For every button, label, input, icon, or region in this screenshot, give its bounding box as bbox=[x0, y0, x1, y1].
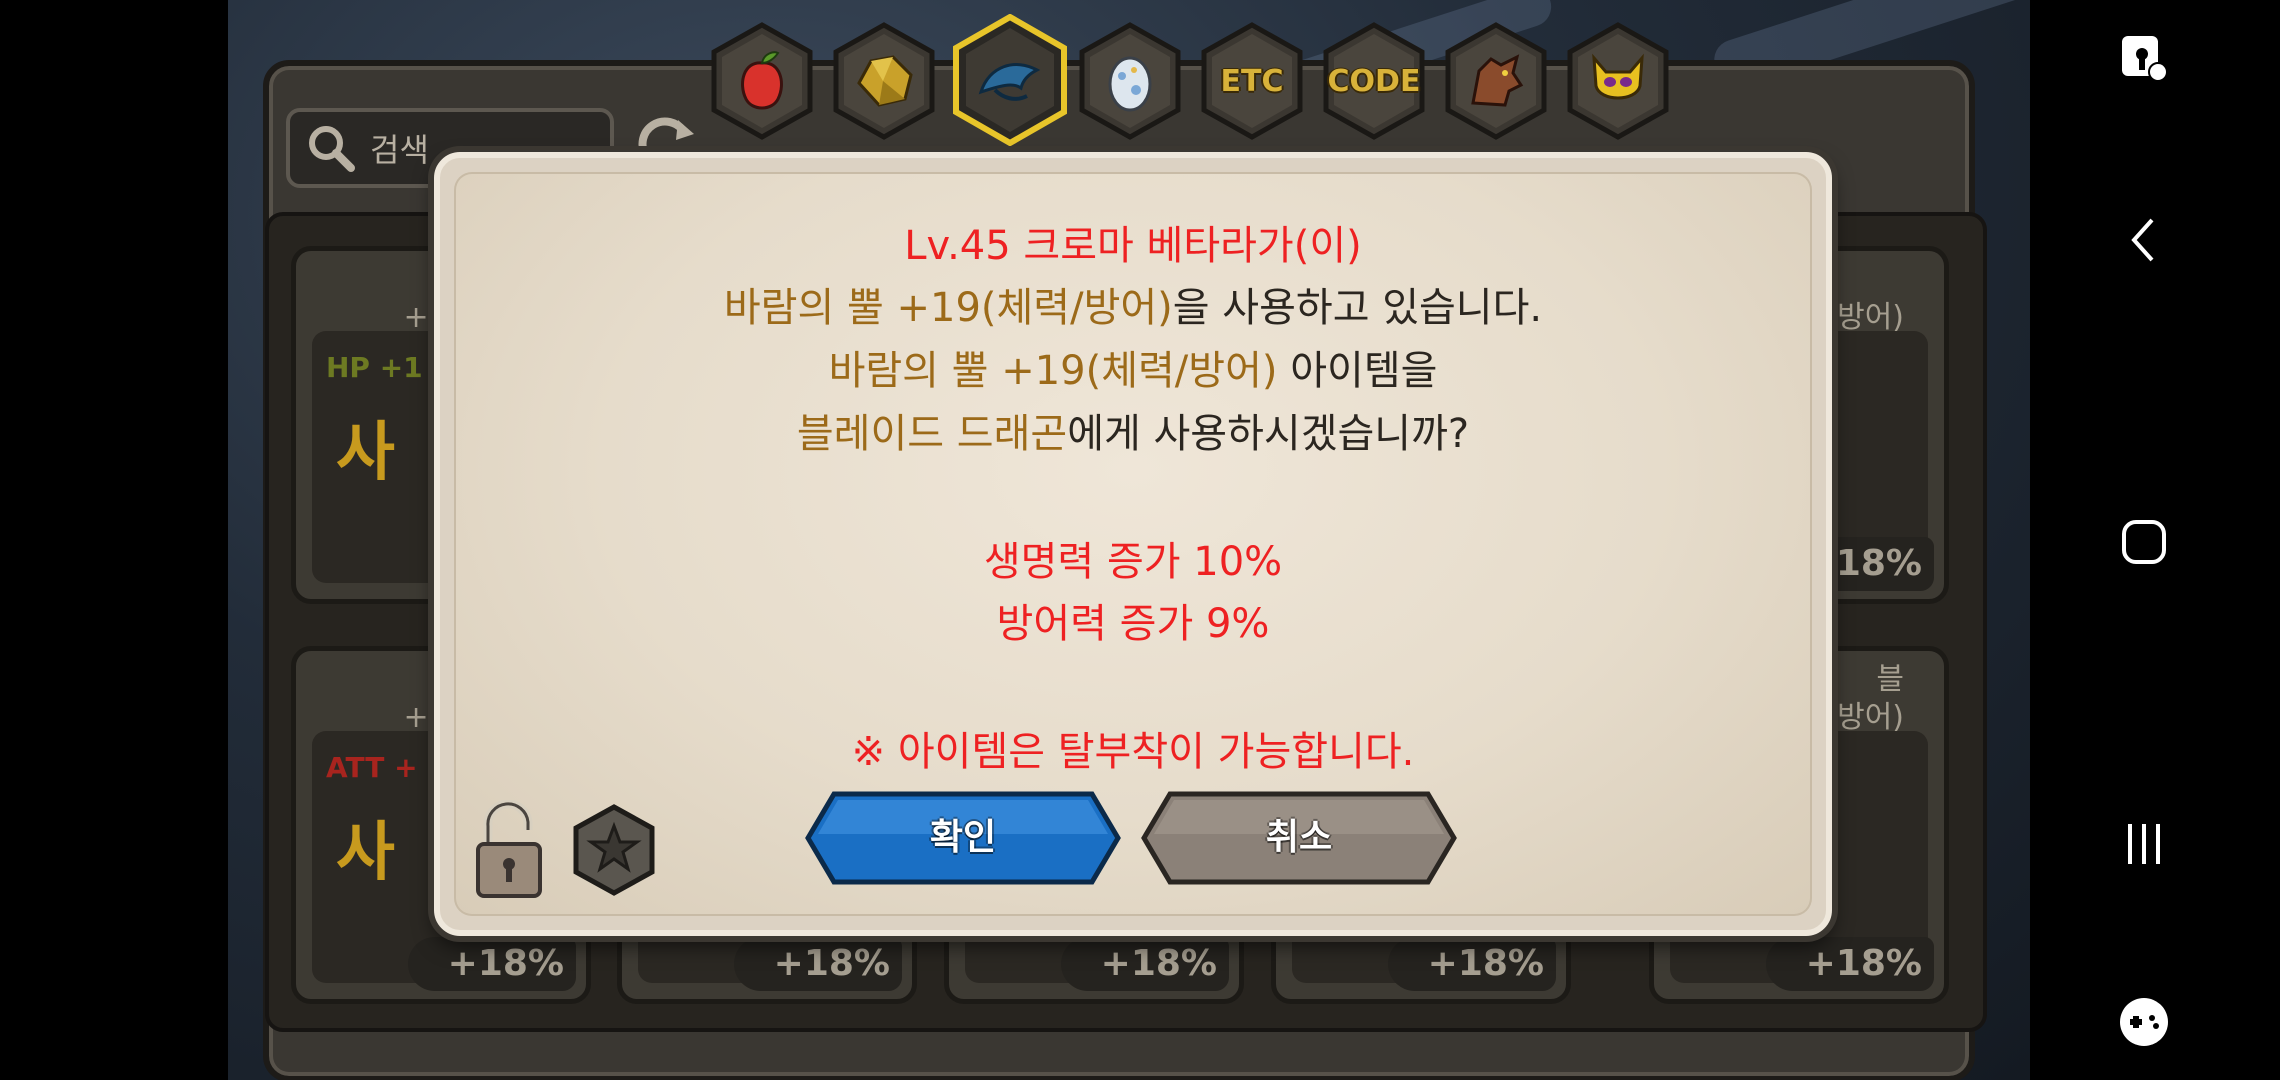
dialog-line-item: 바람의 뿔 +19(체력/방어) 아이템을 bbox=[454, 347, 1812, 395]
item-card-percent: +18% bbox=[407, 937, 576, 991]
item-card-percent: +18% bbox=[1765, 937, 1934, 991]
recents-icon[interactable] bbox=[2118, 818, 2170, 870]
fruit-icon bbox=[710, 22, 814, 140]
stat-hp-increase: 생명력 증가 10% bbox=[983, 539, 1283, 585]
back-icon[interactable] bbox=[2118, 214, 2170, 266]
target-dragon-name: 블레이드 드래곤 bbox=[796, 411, 1068, 457]
game-tools-icon[interactable] bbox=[2118, 996, 2170, 1048]
tab-etc-label: ETC bbox=[1220, 63, 1284, 99]
dialog-title: Lv.45 크로마 베타라가(이) bbox=[904, 223, 1362, 269]
dialog-line-target: 블레이드 드래곤에게 사용하시겠습니까? bbox=[454, 410, 1812, 458]
search-placeholder: 검색 bbox=[370, 131, 429, 169]
tab-code[interactable]: CODE bbox=[1322, 22, 1426, 140]
item-card-big-text: 사 bbox=[336, 416, 395, 490]
home-icon[interactable] bbox=[2118, 516, 2170, 568]
tab-ore[interactable] bbox=[832, 22, 936, 140]
dialog-text: 을 사용하고 있습니다. bbox=[1172, 285, 1543, 331]
confirm-button[interactable]: 확인 bbox=[804, 790, 1122, 886]
tab-egg[interactable] bbox=[1078, 22, 1182, 140]
egg-icon bbox=[1078, 22, 1182, 140]
game-screen: 바+19( HP +1 사 방어) +18% 날+18( ATT + 사 +18… bbox=[228, 0, 2030, 1080]
current-item-name: 바람의 뿔 +19(체력/방어) bbox=[723, 285, 1173, 331]
item-card-stat: HP +1 bbox=[326, 351, 423, 384]
beast-icon bbox=[1444, 22, 1548, 140]
item-card-percent: +18% bbox=[1060, 937, 1229, 991]
tab-code-label: CODE bbox=[1327, 63, 1421, 99]
ore-icon bbox=[832, 22, 936, 140]
tab-dragon[interactable] bbox=[952, 14, 1068, 146]
dialog-text: 아이템을 bbox=[1277, 348, 1438, 394]
tab-etc[interactable]: ETC bbox=[1200, 22, 1304, 140]
dragon-icon bbox=[952, 14, 1068, 146]
tab-beast[interactable] bbox=[1444, 22, 1548, 140]
dialog-note: ※ 아이템은 탈부착이 가능합니다. bbox=[851, 729, 1415, 775]
stat-defense-increase: 방어력 증가 9% bbox=[996, 601, 1270, 647]
confirm-button-label: 확인 bbox=[929, 817, 997, 858]
item-name: 바람의 뿔 +19(체력/방어) bbox=[828, 348, 1278, 394]
cancel-button-label: 취소 bbox=[1265, 817, 1333, 858]
item-card-percent: +18% bbox=[733, 937, 902, 991]
search-icon bbox=[309, 126, 355, 172]
dialog-text: 에게 사용하시겠습니까? bbox=[1067, 411, 1470, 457]
dialog-line-current-item: 바람의 뿔 +19(체력/방어)을 사용하고 있습니다. bbox=[454, 284, 1812, 332]
star-icon[interactable] bbox=[572, 804, 656, 896]
mask-icon bbox=[1566, 22, 1670, 140]
cancel-button[interactable]: 취소 bbox=[1140, 790, 1458, 886]
navigation-bar bbox=[2030, 0, 2280, 1080]
tab-fruit[interactable] bbox=[710, 22, 814, 140]
item-card-big-text: 사 bbox=[336, 816, 395, 890]
accessibility-icon[interactable] bbox=[2118, 32, 2170, 84]
lock-icon[interactable] bbox=[474, 800, 544, 900]
dialog-body: Lv.45 크로마 베타라가(이) 바람의 뿔 +19(체력/방어)을 사용하고… bbox=[454, 172, 1812, 916]
item-card-percent: +18% bbox=[1387, 937, 1556, 991]
tab-mask[interactable] bbox=[1566, 22, 1670, 140]
item-card-stat: ATT + bbox=[326, 751, 418, 784]
